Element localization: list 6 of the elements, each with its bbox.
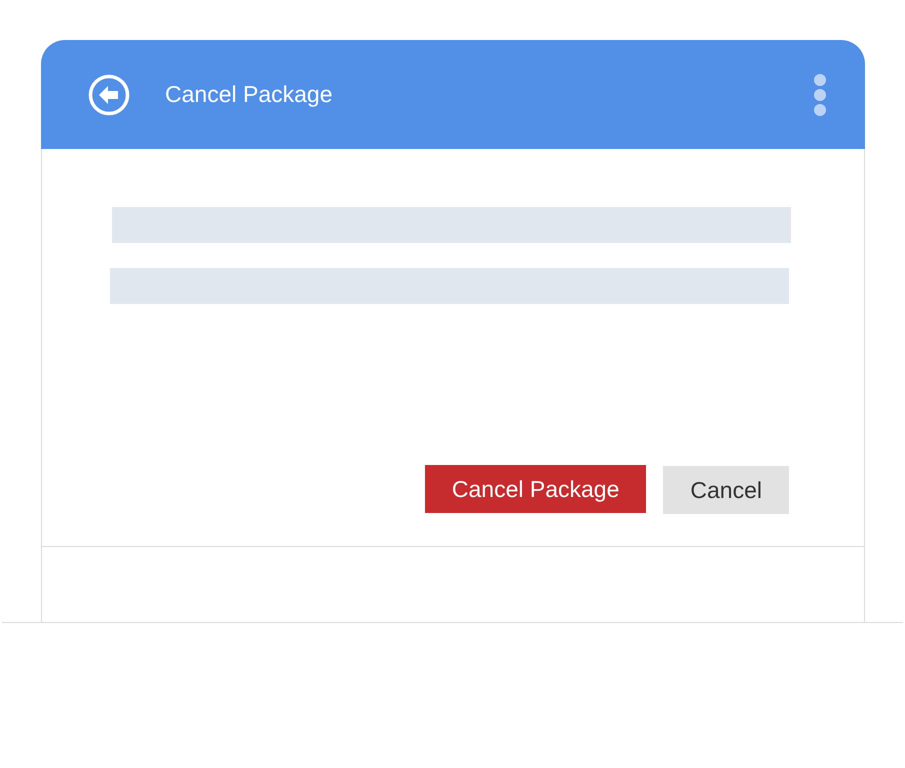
back-button[interactable] <box>88 74 130 116</box>
cancel-button[interactable]: Cancel <box>663 466 789 514</box>
more-options-icon <box>813 72 827 116</box>
more-options-button[interactable] <box>813 72 827 116</box>
header-title: Cancel Package <box>165 81 334 108</box>
cancel-package-button[interactable]: Cancel Package <box>424 465 646 513</box>
